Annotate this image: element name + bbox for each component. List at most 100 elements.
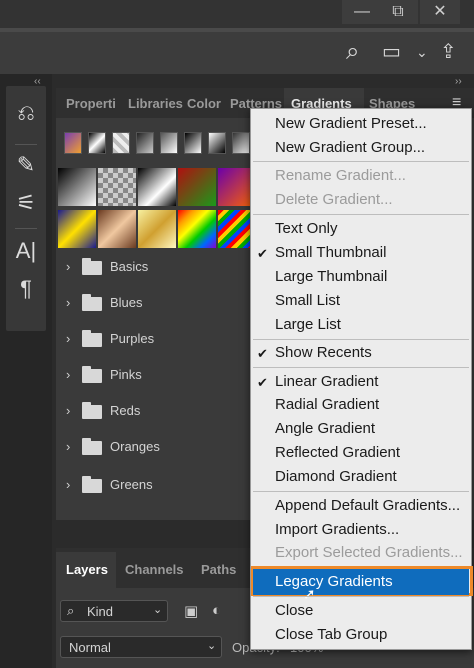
gradient-group[interactable]: › Pinks [56, 358, 256, 394]
menu-item-new-gradient-preset[interactable]: New Gradient Preset... [275, 115, 427, 132]
recent-swatch[interactable] [232, 132, 250, 154]
recent-swatch[interactable] [208, 132, 226, 154]
gradient-group[interactable]: › Purples [56, 322, 256, 358]
chevron-right-icon[interactable]: › [66, 259, 70, 274]
layer-filter-select[interactable]: ⌕ Kind ⌄ [60, 600, 168, 622]
restore-icon: ⧉ [392, 3, 404, 20]
blend-mode-select[interactable]: Normal ⌄ [60, 636, 222, 658]
menu-separator [253, 214, 469, 215]
gradients-panel-menu: New Gradient Preset... New Gradient Grou… [250, 108, 473, 650]
menu-item-import-gradients[interactable]: Import Gradients... [275, 521, 399, 538]
folder-icon [82, 476, 102, 493]
tab-channels[interactable]: Channels [125, 562, 184, 577]
recent-swatch[interactable] [88, 132, 106, 154]
close-window-button[interactable]: ✕ [420, 0, 460, 24]
sliders-icon[interactable]: ⚟ [6, 190, 46, 216]
tool-strip: ⎌ ✎ ⚟ A| ¶ [6, 86, 46, 331]
menu-item-small-list[interactable]: Small List [275, 292, 340, 309]
chevron-right-icon[interactable]: › [66, 367, 70, 382]
menu-item-linear-gradient[interactable]: Linear Gradient [275, 373, 378, 390]
adjustment-filter-icon[interactable]: ◐ [212, 602, 221, 619]
recent-swatch[interactable] [184, 132, 202, 154]
gradient-thumbnail[interactable] [138, 168, 176, 206]
menu-item-reflected-gradient[interactable]: Reflected Gradient [275, 444, 400, 461]
chevron-down-icon[interactable]: ⌄ [416, 40, 428, 64]
group-label: Reds [110, 403, 141, 418]
menu-item-rename-gradient: Rename Gradient... [275, 167, 406, 184]
chevron-right-icon[interactable]: › [66, 439, 70, 454]
group-label: Pinks [110, 367, 142, 382]
menu-item-append-default-gradients[interactable]: Append Default Gradients... [275, 497, 460, 514]
gradient-group[interactable]: › Oranges [56, 430, 256, 466]
chevron-right-icon[interactable]: › [66, 403, 70, 418]
menu-item-text-only[interactable]: Text Only [275, 220, 338, 237]
gradient-thumbnail[interactable] [178, 168, 216, 206]
workspace-icon[interactable]: ▭ [382, 40, 401, 64]
menu-item-close[interactable]: Close [275, 602, 313, 619]
menu-separator [253, 491, 469, 492]
tab-properties[interactable]: Properti [66, 96, 116, 111]
chevron-right-icon[interactable]: › [66, 295, 70, 310]
recent-swatch[interactable] [160, 132, 178, 154]
menu-item-diamond-gradient[interactable]: Diamond Gradient [275, 468, 397, 485]
image-filter-icon[interactable]: ▣ [184, 602, 198, 620]
tab-layers[interactable]: Layers [66, 562, 108, 577]
tab-libraries[interactable]: Libraries [128, 96, 183, 111]
folder-icon [82, 402, 102, 419]
chevron-right-icon[interactable]: › [66, 477, 70, 492]
folder-icon [82, 366, 102, 383]
gradient-group[interactable]: › Basics [56, 250, 256, 286]
folder-icon [82, 294, 102, 311]
gradient-thumbnail[interactable] [98, 168, 136, 206]
menu-item-legacy-gradients[interactable]: Legacy Gradients [275, 573, 393, 590]
menu-item-radial-gradient[interactable]: Radial Gradient [275, 396, 379, 413]
menu-item-close-tab-group[interactable]: Close Tab Group [275, 626, 387, 643]
gradient-thumbnail[interactable] [98, 210, 136, 248]
chevron-down-icon: ⌄ [153, 604, 163, 616]
chevron-right-icon[interactable]: › [66, 331, 70, 346]
brush-icon[interactable]: ✎ [6, 152, 46, 178]
divider [15, 228, 37, 229]
recent-swatch[interactable] [112, 132, 130, 154]
tab-paths[interactable]: Paths [201, 562, 236, 577]
search-icon[interactable]: ⌕ [346, 40, 359, 64]
check-icon: ✔ [257, 246, 268, 261]
group-label: Oranges [110, 439, 160, 454]
minimize-button[interactable]: — [342, 0, 382, 24]
collapse-right-icon[interactable]: ›› [455, 76, 462, 87]
menu-item-show-recents[interactable]: Show Recents [275, 344, 372, 361]
gradient-thumbnail[interactable] [58, 210, 96, 248]
check-icon: ✔ [257, 375, 268, 390]
group-label: Basics [110, 259, 149, 274]
menu-item-new-gradient-group[interactable]: New Gradient Group... [275, 139, 425, 156]
group-label: Purples [110, 331, 155, 346]
paragraph-icon[interactable]: ¶ [6, 276, 46, 302]
type-icon[interactable]: A| [6, 238, 46, 264]
recent-swatch[interactable] [64, 132, 82, 154]
gradient-thumbnail[interactable] [138, 210, 176, 248]
gradient-thumbnail[interactable] [58, 168, 96, 206]
menu-item-small-thumbnail[interactable]: Small Thumbnail [275, 244, 386, 261]
menu-item-angle-gradient[interactable]: Angle Gradient [275, 420, 375, 437]
divider [15, 144, 37, 145]
options-bar: ⌕ ▭ ⌄ ⇪ [0, 32, 474, 74]
gradient-thumbnail[interactable] [178, 210, 216, 248]
pointer-cursor-icon: ➚ [303, 586, 316, 603]
gradient-group[interactable]: › Reds [56, 394, 256, 430]
recent-swatch[interactable] [136, 132, 154, 154]
menu-item-export-selected-gradients: Export Selected Gradients... [275, 544, 463, 561]
chevron-down-icon: ⌄ [207, 640, 217, 652]
gradient-group[interactable]: › Greens [56, 468, 256, 504]
menu-separator [253, 596, 469, 597]
filter-value: Kind [87, 604, 114, 619]
tab-color[interactable]: Color [187, 96, 221, 111]
check-icon: ✔ [257, 346, 268, 361]
gradient-group[interactable]: › Blues [56, 286, 256, 322]
share-icon[interactable]: ⇪ [440, 40, 457, 64]
folder-icon [82, 438, 102, 455]
restore-button[interactable]: ⧉ [378, 0, 418, 24]
menu-item-large-thumbnail[interactable]: Large Thumbnail [275, 268, 387, 285]
menu-item-large-list[interactable]: Large List [275, 316, 341, 333]
group-label: Greens [110, 477, 153, 492]
history-icon[interactable]: ⎌ [6, 100, 46, 126]
